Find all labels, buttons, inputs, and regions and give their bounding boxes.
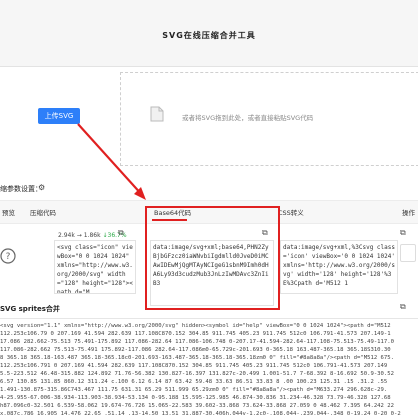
copy-icon[interactable]: ⧉ [400, 302, 406, 312]
sprites-title: SVG sprites合并 [0, 305, 60, 313]
code-line: 4-25.955-67.006-38.934-113.903-38.934-53… [0, 395, 391, 401]
code-line: 17.086 282.662-75.513 75.491-175.892 117… [0, 339, 395, 345]
code-line: 1.491-130.875-315.86C743.467 111.75 631.… [0, 387, 388, 393]
code-line: h87.096c0-32.501 6.539-58.062 19.674-76.… [0, 403, 395, 409]
code-line: 6.57 130.85 131.85 860.12 311.24 c.100 6… [0, 379, 388, 385]
code-line: 5.5-223.512 46.48-315.882 124.892 71.76-… [0, 371, 395, 377]
code-line: x.087c.786 16.905 14.476 22.65 .51.14 .1… [0, 411, 401, 417]
code-line: 112.253c106.791 0 207.169 41.594 282.639… [0, 363, 388, 369]
sprites-code-area[interactable]: <svg version="1.1" xmlns="http://www.w3.… [0, 318, 418, 419]
code-line: 112.253c106.79 0 207.169 41.594 282.639 … [0, 331, 391, 337]
code-line: 8 365.18 365.18-163.487 365.18-365.18c0-… [0, 355, 395, 361]
code-line: <svg version="1.1" xmlns="http://www.w3.… [0, 323, 391, 329]
code-line: 117.086-282.662 75.513-75.491 175.892-11… [0, 347, 391, 353]
